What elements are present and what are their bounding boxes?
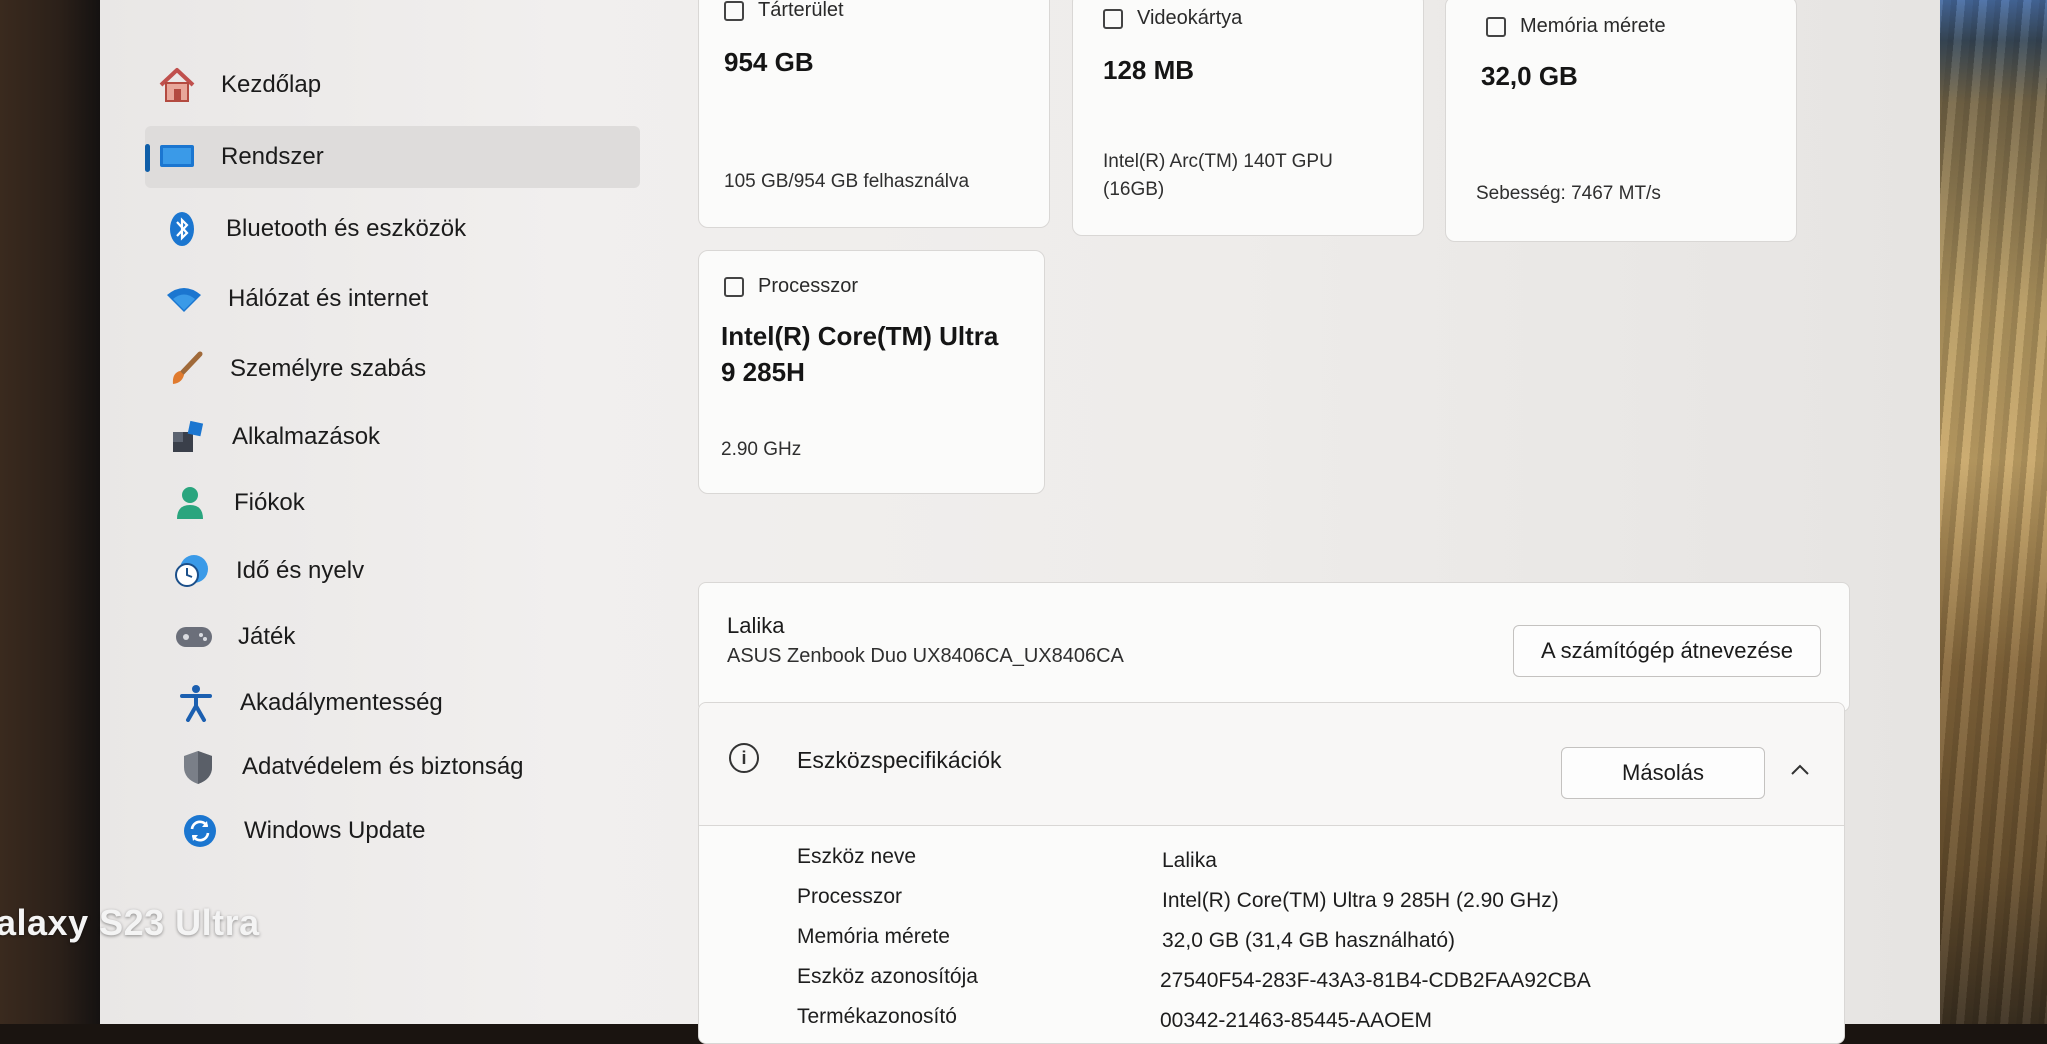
sidebar-item-windows-update[interactable]: Windows Update (168, 800, 663, 862)
spec-value-device-name[interactable]: Lalika (1162, 849, 1217, 873)
spec-value-device-id[interactable]: 27540F54-283F-43A3-81B4-CDB2FAA92CBA (1160, 969, 1591, 993)
storage-card-title: Tárterület (758, 0, 844, 21)
info-icon: i (729, 743, 759, 773)
sidebar-item-personalization[interactable]: Személyre szabás (154, 338, 649, 400)
memory-value: 32,0 GB (1481, 61, 1578, 91)
sidebar-item-apps[interactable]: Alkalmazások (156, 406, 651, 468)
camera-watermark: alaxy S23 Ultra (0, 902, 260, 943)
spec-value-processor[interactable]: Intel(R) Core(TM) Ultra 9 285H (2.90 GHz… (1162, 889, 1559, 913)
update-icon (180, 811, 220, 851)
sidebar-item-bluetooth[interactable]: Bluetooth és eszközök (150, 198, 645, 260)
spec-value-memory[interactable]: 32,0 GB (31,4 GB használható) (1162, 929, 1455, 953)
sidebar-item-label: Akadálymentesség (240, 689, 443, 716)
brush-icon (166, 349, 206, 389)
processor-icon (724, 276, 744, 297)
memory-card-title: Memória mérete (1520, 15, 1666, 37)
spec-label-product-id: Termékazonosító (797, 1005, 957, 1028)
accessibility-icon (176, 683, 216, 723)
spec-label-processor: Processzor (797, 885, 903, 908)
settings-window: Kezdőlap Rendszer Bluetooth és eszközök … (100, 0, 1940, 1044)
processor-card[interactable]: Processzor Intel(R) Core(TM) Ultra 9 285… (698, 250, 1045, 494)
system-icon (157, 137, 197, 177)
gpu-value: 128 MB (1103, 55, 1195, 85)
sidebar-item-label: Személyre szabás (230, 355, 427, 382)
gpu-detail-line2: (16GB) (1103, 179, 1165, 200)
sidebar-item-home[interactable]: Kezdőlap (145, 54, 640, 116)
storage-card[interactable]: Tárterület 954 GB 105 GB/954 GB felhaszn… (698, 0, 1050, 228)
sidebar-item-system[interactable]: Rendszer (145, 126, 640, 188)
gpu-icon (1103, 8, 1123, 29)
bluetooth-icon (162, 209, 202, 249)
home-icon (157, 65, 197, 105)
sidebar-item-accounts[interactable]: Fiókok (158, 472, 653, 534)
copy-button[interactable]: Másolás (1561, 747, 1765, 799)
spec-label-device-name: Eszköz neve (797, 845, 917, 868)
shield-icon (178, 747, 218, 787)
sidebar-item-label: Hálózat és internet (228, 285, 429, 312)
gamepad-icon (174, 617, 214, 657)
sidebar-item-label: Bluetooth és eszközök (226, 215, 467, 242)
spec-value-product-id[interactable]: 00342-21463-85445-AAOEM (1160, 1009, 1432, 1033)
sidebar-item-label: Adatvédelem és biztonság (242, 753, 524, 780)
apps-icon (168, 417, 208, 457)
memory-icon (1486, 16, 1506, 37)
gpu-detail-line1: Intel(R) Arc(TM) 140T GPU (1103, 151, 1333, 172)
device-name-panel: Lalika ASUS Zenbook Duo UX8406CA_UX8406C… (698, 582, 1850, 712)
sidebar-item-label: Idő és nyelv (236, 557, 365, 584)
sidebar-item-label: Alkalmazások (232, 423, 381, 450)
memory-detail: Sebesség: 7467 MT/s (1476, 183, 1661, 204)
gpu-card-title: Videokártya (1137, 7, 1243, 29)
device-specs-panel: i Eszközspecifikációk Másolás Eszköz nev… (698, 702, 1845, 1044)
storage-value: 954 GB (724, 47, 814, 77)
storage-icon (724, 0, 744, 21)
sidebar-item-label: Játék (238, 623, 296, 650)
device-model: ASUS Zenbook Duo UX8406CA_UX8406CA (727, 645, 1124, 667)
sidebar-item-label: Fiókok (234, 489, 305, 516)
processor-value-line1: Intel(R) Core(TM) Ultra (721, 321, 999, 351)
processor-value-line2: 9 285H (721, 357, 805, 387)
storage-detail: 105 GB/954 GB felhasználva (724, 171, 970, 192)
spec-label-device-id: Eszköz azonosítója (797, 965, 978, 988)
sidebar-item-label: Windows Update (244, 817, 426, 844)
device-name: Lalika (727, 613, 785, 638)
sidebar-item-accessibility[interactable]: Akadálymentesség (164, 672, 659, 734)
spec-label-memory: Memória mérete (797, 925, 950, 948)
sidebar-item-privacy[interactable]: Adatvédelem és biztonság (166, 736, 661, 798)
person-icon (170, 483, 210, 523)
rename-pc-button[interactable]: A számítógép átnevezése (1513, 625, 1821, 677)
wifi-icon (164, 279, 204, 319)
sidebar-item-network[interactable]: Hálózat és internet (152, 268, 647, 330)
processor-card-title: Processzor (758, 275, 859, 297)
memory-card[interactable]: Memória mérete 32,0 GB Sebesség: 7467 MT… (1445, 0, 1797, 242)
sidebar-item-time-language[interactable]: Idő és nyelv (160, 540, 655, 602)
clock-globe-icon (172, 551, 212, 591)
device-specs-header[interactable]: i Eszközspecifikációk Másolás (699, 703, 1844, 826)
sidebar-item-gaming[interactable]: Játék (162, 606, 657, 668)
chevron-up-icon[interactable] (1787, 757, 1813, 783)
processor-detail: 2.90 GHz (721, 439, 802, 460)
device-specs-title: Eszközspecifikációk (797, 747, 1002, 773)
sidebar-item-label: Kezdőlap (221, 71, 322, 98)
sidebar-item-label: Rendszer (221, 143, 324, 170)
gpu-card[interactable]: Videokártya 128 MB Intel(R) Arc(TM) 140T… (1072, 0, 1424, 236)
